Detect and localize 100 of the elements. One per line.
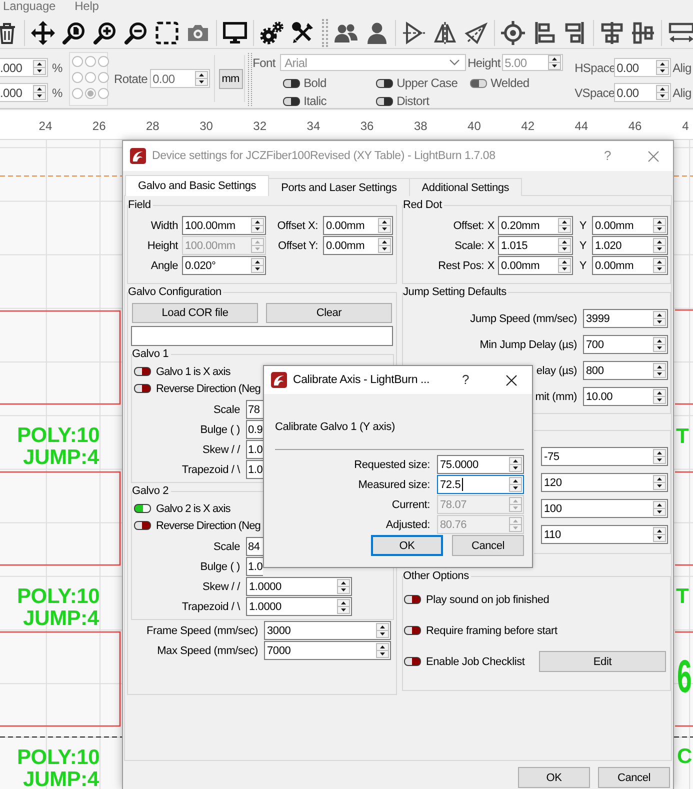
toggle-switch[interactable]	[134, 367, 151, 376]
spin-arrows-icon[interactable]	[509, 477, 522, 492]
number-field[interactable]: 100	[541, 499, 668, 518]
spin-arrows-icon[interactable]	[558, 238, 571, 253]
dashed-rectangle-icon[interactable]	[155, 20, 179, 44]
number-field[interactable]: 75.0000	[437, 455, 524, 474]
flip-vertical-icon[interactable]	[402, 20, 426, 44]
spin-arrows-icon[interactable]	[376, 623, 389, 638]
scale-field[interactable]: .000	[0, 58, 48, 77]
zoom-out-icon[interactable]	[124, 20, 148, 44]
spin-arrows-icon[interactable]	[378, 238, 391, 253]
spin-arrows-icon[interactable]	[653, 337, 666, 352]
spin-arrows-icon[interactable]	[653, 389, 666, 404]
number-field[interactable]: 1.0	[246, 460, 263, 479]
number-field[interactable]: 78	[246, 400, 263, 419]
spin-arrows-icon[interactable]	[33, 85, 46, 100]
spin-arrows-icon[interactable]	[558, 258, 571, 273]
number-field[interactable]: 1.0000	[246, 597, 352, 616]
cancel-button[interactable]: Cancel	[452, 535, 524, 556]
number-field[interactable]: 1.015	[498, 236, 573, 255]
move-icon[interactable]	[31, 20, 55, 44]
spin-arrows-icon[interactable]	[337, 599, 350, 614]
toggle-switch[interactable]	[404, 595, 421, 604]
number-field[interactable]: 0.00mm	[592, 216, 668, 235]
menu-item[interactable]: Help	[74, 0, 99, 17]
number-field[interactable]: 7000	[264, 641, 391, 660]
number-field[interactable]: 1.0000	[246, 577, 352, 596]
toggle-switch[interactable]	[134, 384, 151, 393]
spacing-field[interactable]: 0.00	[614, 58, 671, 77]
number-field[interactable]: 1.0	[246, 557, 263, 576]
spin-arrows-icon[interactable]	[337, 579, 350, 594]
align-right-icon[interactable]	[563, 20, 587, 44]
spin-arrows-icon[interactable]	[653, 238, 666, 253]
crosshair-icon[interactable]	[501, 20, 525, 44]
spin-arrows-icon[interactable]	[653, 527, 666, 542]
mirror-line-icon[interactable]	[464, 20, 488, 44]
spin-arrows-icon[interactable]	[653, 218, 666, 233]
spin-arrows-icon[interactable]	[653, 363, 666, 378]
load-file-button[interactable]: Load COR file	[132, 303, 258, 323]
number-field[interactable]: 800	[583, 361, 668, 380]
flip-horizontal-icon[interactable]	[433, 20, 457, 44]
tab[interactable]: Additional Settings	[408, 178, 522, 196]
edit-button[interactable]: Edit	[539, 651, 666, 672]
number-field[interactable]: 0.00mm	[323, 216, 393, 235]
spin-arrows-icon[interactable]	[653, 258, 666, 273]
spin-arrows-icon[interactable]	[33, 60, 46, 75]
number-field[interactable]: -75	[541, 447, 668, 466]
rotate-field[interactable]: 0.00	[150, 69, 210, 88]
spacing-field[interactable]: 0.00	[614, 83, 671, 102]
tools-icon[interactable]	[291, 20, 315, 44]
unit-button[interactable]: mm	[218, 68, 243, 88]
cancel-button[interactable]: Cancel	[598, 767, 670, 788]
tab[interactable]: Galvo and Basic Settings	[125, 175, 270, 196]
align-middle-icon[interactable]	[631, 20, 655, 44]
spin-arrows-icon[interactable]	[558, 218, 571, 233]
tab[interactable]: Ports and Laser Settings	[268, 178, 410, 196]
gears-icon[interactable]	[260, 20, 284, 44]
number-field[interactable]: 10.00	[583, 387, 668, 406]
close-icon[interactable]	[506, 374, 517, 386]
scale-field[interactable]: .000	[0, 83, 48, 102]
zoom-page-icon[interactable]	[62, 20, 86, 44]
toggle-switch[interactable]	[404, 626, 421, 635]
spin-arrows-icon[interactable]	[378, 218, 391, 233]
spin-arrows-icon[interactable]	[653, 501, 666, 516]
spin-arrows-icon[interactable]	[656, 60, 669, 75]
spin-arrows-icon[interactable]	[251, 218, 264, 233]
file-path-field[interactable]	[131, 326, 393, 346]
align-left-icon[interactable]	[532, 20, 556, 44]
spin-arrows-icon[interactable]	[251, 258, 264, 273]
spin-arrows-icon[interactable]	[194, 71, 208, 86]
spin-arrows-icon[interactable]	[653, 449, 666, 464]
clear-button[interactable]: Clear	[266, 303, 392, 323]
user-icon[interactable]	[365, 20, 389, 44]
number-field[interactable]: 72.5	[437, 475, 524, 494]
toggle-switch[interactable]	[134, 504, 151, 513]
number-field[interactable]: 0.20mm	[498, 216, 573, 235]
number-field[interactable]: 84	[246, 537, 263, 556]
number-field[interactable]: 1.0	[246, 440, 263, 459]
toggle-switch[interactable]	[134, 521, 151, 530]
zoom-in-icon[interactable]	[93, 20, 117, 44]
number-field[interactable]: 700	[583, 335, 668, 354]
spin-arrows-icon[interactable]	[653, 475, 666, 490]
monitor-icon[interactable]	[223, 20, 247, 44]
number-field[interactable]: 3999	[583, 309, 668, 328]
number-field[interactable]: 100.00mm	[182, 216, 266, 235]
number-field[interactable]: 0.020°	[182, 256, 266, 275]
number-field[interactable]: 110	[541, 525, 668, 544]
number-field[interactable]: 0.00mm	[498, 256, 573, 275]
trash-icon[interactable]	[0, 20, 15, 44]
align-center-icon[interactable]	[600, 20, 624, 44]
spin-arrows-icon[interactable]	[656, 85, 669, 100]
ok-button[interactable]: OK	[371, 535, 443, 556]
spin-arrows-icon[interactable]	[509, 457, 522, 472]
spin-arrows-icon[interactable]	[653, 311, 666, 326]
number-field[interactable]: 120	[541, 473, 668, 492]
number-field[interactable]: 3000	[264, 621, 391, 640]
spin-arrows-icon[interactable]	[376, 643, 389, 658]
ok-button[interactable]: OK	[518, 767, 590, 788]
number-field[interactable]: 0.9	[246, 420, 263, 439]
number-field[interactable]: 0.00mm	[592, 256, 668, 275]
